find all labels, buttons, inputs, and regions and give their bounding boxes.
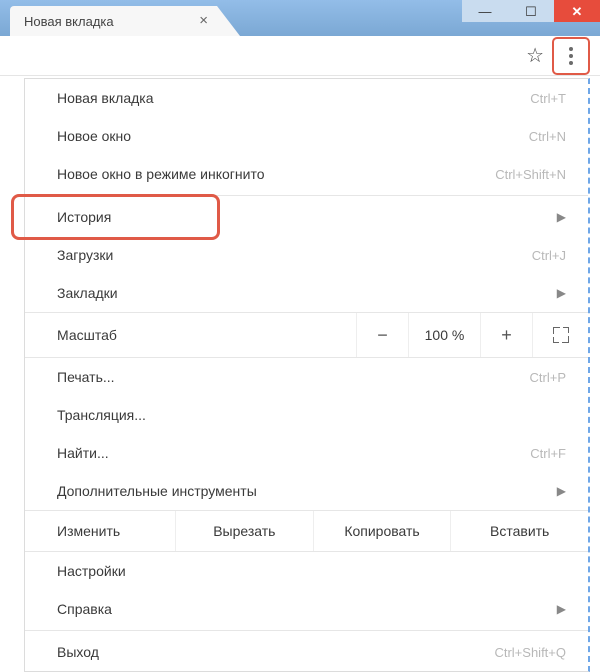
menu-bookmarks[interactable]: Закладки ▶ <box>25 274 588 312</box>
menu-item-shortcut: Ctrl+Shift+Q <box>494 645 566 660</box>
menu-item-label: Справка <box>57 601 112 617</box>
menu-help[interactable]: Справка ▶ <box>25 590 588 628</box>
window-titlebar: Новая вкладка × — ☐ ✕ <box>0 0 600 36</box>
menu-item-shortcut: Ctrl+N <box>529 129 566 144</box>
maximize-button[interactable]: ☐ <box>508 0 554 22</box>
menu-item-label: Дополнительные инструменты <box>57 483 257 499</box>
close-tab-icon[interactable]: × <box>199 12 208 29</box>
menu-item-label: Печать... <box>57 369 115 385</box>
menu-item-label: Новая вкладка <box>57 90 154 106</box>
chevron-right-icon: ▶ <box>557 484 566 498</box>
cut-button[interactable]: Вырезать <box>175 511 313 551</box>
minimize-button[interactable]: — <box>462 0 508 22</box>
menu-edit-row: Изменить Вырезать Копировать Вставить <box>25 510 588 552</box>
zoom-out-button[interactable]: − <box>356 313 408 357</box>
separator <box>25 195 588 196</box>
menu-item-label: Новое окно в режиме инкогнито <box>57 166 265 182</box>
menu-item-label: Настройки <box>57 563 126 579</box>
close-window-button[interactable]: ✕ <box>554 0 600 22</box>
menu-item-shortcut: Ctrl+P <box>530 370 566 385</box>
tutorial-highlight <box>11 194 220 240</box>
fullscreen-button[interactable] <box>532 313 588 357</box>
menu-item-shortcut: Ctrl+Shift+N <box>495 167 566 182</box>
zoom-value: 100 % <box>408 313 480 357</box>
menu-item-label: Новое окно <box>57 128 131 144</box>
menu-item-label: Найти... <box>57 445 109 461</box>
chevron-right-icon: ▶ <box>557 210 566 224</box>
menu-item-label: Загрузки <box>57 247 113 263</box>
menu-item-label: Закладки <box>57 285 118 301</box>
zoom-in-button[interactable]: + <box>480 313 532 357</box>
chevron-right-icon: ▶ <box>557 286 566 300</box>
chrome-main-menu: Новая вкладка Ctrl+T Новое окно Ctrl+N Н… <box>24 78 590 672</box>
edit-label: Изменить <box>25 511 175 551</box>
menu-history[interactable]: История ▶ <box>25 198 588 236</box>
menu-item-shortcut: Ctrl+F <box>530 446 566 461</box>
menu-item-label: История <box>57 209 111 225</box>
menu-item-shortcut: Ctrl+J <box>532 248 566 263</box>
menu-print[interactable]: Печать... Ctrl+P <box>25 358 588 396</box>
menu-find[interactable]: Найти... Ctrl+F <box>25 434 588 472</box>
bookmark-star-icon[interactable]: ☆ <box>526 43 544 68</box>
menu-cast[interactable]: Трансляция... <box>25 396 588 434</box>
paste-button[interactable]: Вставить <box>450 511 588 551</box>
copy-button[interactable]: Копировать <box>313 511 451 551</box>
menu-button[interactable] <box>556 41 586 71</box>
zoom-label: Масштаб <box>25 327 356 343</box>
menu-item-shortcut: Ctrl+T <box>530 91 566 106</box>
menu-new-tab[interactable]: Новая вкладка Ctrl+T <box>25 79 588 117</box>
menu-new-window[interactable]: Новое окно Ctrl+N <box>25 117 588 155</box>
kebab-icon <box>569 47 573 65</box>
fullscreen-icon <box>553 327 569 343</box>
menu-settings[interactable]: Настройки <box>25 552 588 590</box>
menu-incognito[interactable]: Новое окно в режиме инкогнито Ctrl+Shift… <box>25 155 588 193</box>
chevron-right-icon: ▶ <box>557 602 566 616</box>
menu-exit[interactable]: Выход Ctrl+Shift+Q <box>25 633 588 671</box>
menu-item-label: Трансляция... <box>57 407 146 423</box>
separator <box>25 630 588 631</box>
menu-downloads[interactable]: Загрузки Ctrl+J <box>25 236 588 274</box>
menu-item-label: Выход <box>57 644 99 660</box>
menu-zoom-row: Масштаб − 100 % + <box>25 312 588 358</box>
window-controls: — ☐ ✕ <box>462 0 600 22</box>
browser-toolbar: ☆ <box>0 36 600 76</box>
tab-title: Новая вкладка <box>24 14 114 29</box>
browser-tab[interactable]: Новая вкладка × <box>10 6 240 36</box>
menu-more-tools[interactable]: Дополнительные инструменты ▶ <box>25 472 588 510</box>
menu-button-highlight <box>552 37 590 75</box>
